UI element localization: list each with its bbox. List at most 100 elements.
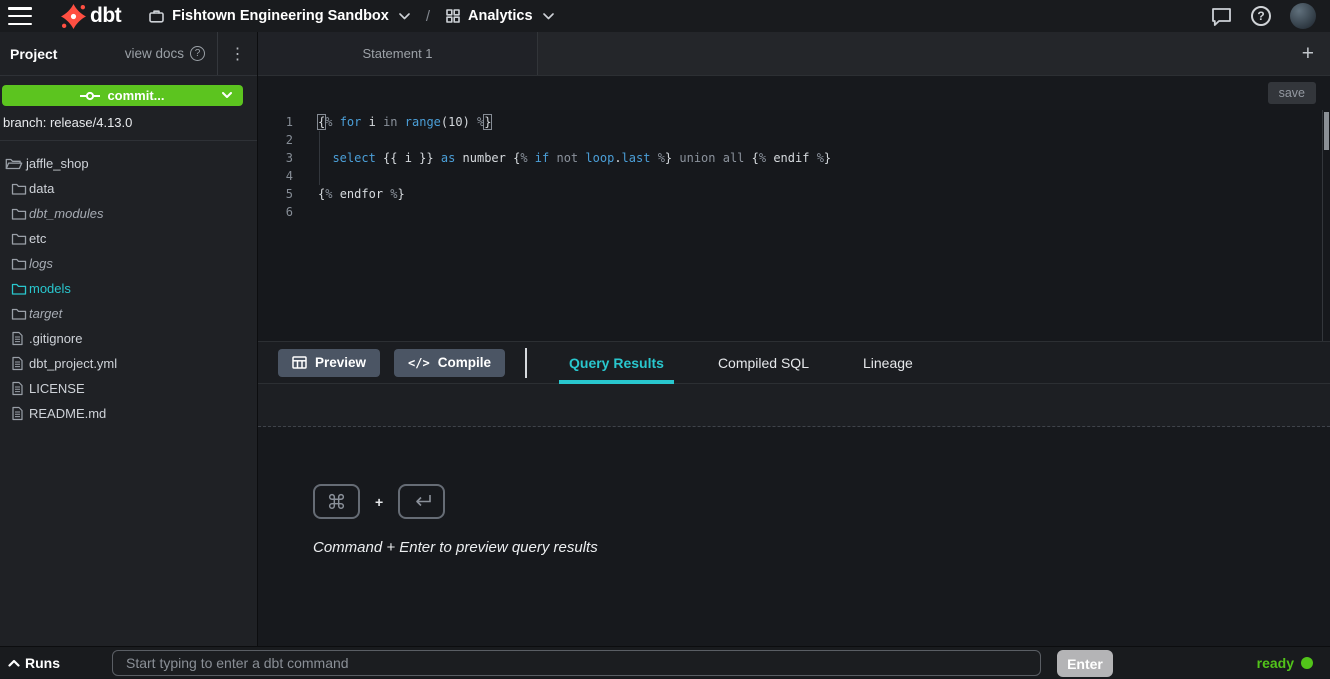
line-number: 6 bbox=[258, 203, 293, 221]
runs-toggle[interactable]: Runs bbox=[8, 647, 60, 679]
commit-button[interactable]: commit... bbox=[2, 85, 243, 106]
commit-button-label: commit... bbox=[107, 88, 164, 103]
compile-button-label: Compile bbox=[438, 355, 491, 370]
dbt-logo-icon bbox=[60, 3, 87, 30]
view-docs-link[interactable]: view docs ? bbox=[125, 46, 205, 61]
status-bar: Runs Enter ready bbox=[0, 646, 1330, 678]
chevron-down-icon bbox=[399, 13, 410, 20]
tree-item-icon bbox=[11, 406, 29, 421]
tree-item-icon bbox=[11, 282, 29, 296]
line-number: 4 bbox=[258, 167, 293, 185]
enter-key-icon bbox=[398, 484, 445, 519]
code-line: 3 select {{ i }} as number {% if not loo… bbox=[258, 149, 1330, 167]
results-tab[interactable]: Lineage bbox=[853, 342, 923, 383]
results-placeholder-band bbox=[258, 384, 1330, 427]
help-icon[interactable]: ? bbox=[1251, 6, 1271, 26]
chat-feedback-icon[interactable] bbox=[1211, 7, 1232, 26]
tree-item-label: dbt_project.yml bbox=[29, 356, 117, 371]
docs-help-icon: ? bbox=[190, 46, 205, 61]
enter-button[interactable]: Enter bbox=[1057, 650, 1113, 677]
preview-button-label: Preview bbox=[315, 355, 366, 370]
line-number: 2 bbox=[258, 131, 293, 149]
tree-item[interactable]: models bbox=[0, 276, 257, 301]
tree-item-label: jaffle_shop bbox=[26, 156, 89, 171]
code-line-text: select {{ i }} as number {% if not loop.… bbox=[318, 149, 831, 167]
results-tab-label: Lineage bbox=[863, 355, 913, 371]
tree-item-label: dbt_modules bbox=[29, 206, 103, 221]
results-empty-state: ⌘ + Command + Enter to preview query res… bbox=[258, 427, 1330, 556]
briefcase-icon bbox=[149, 9, 164, 23]
commit-icon bbox=[80, 90, 100, 102]
code-line: 1 {% for i in range(10) %} bbox=[258, 113, 1330, 131]
preview-button[interactable]: Preview bbox=[278, 349, 380, 377]
branch-label: branch: release/4.13.0 bbox=[3, 115, 257, 130]
tree-item-icon bbox=[11, 182, 29, 196]
dbt-logo[interactable]: dbt bbox=[60, 3, 121, 30]
main-panel: Statement 1 + save 1 {% for i in range(1… bbox=[258, 32, 1330, 646]
tree-item-icon bbox=[11, 381, 29, 396]
code-line: 5 {% endfor %} bbox=[258, 185, 1330, 203]
tree-item[interactable]: logs bbox=[0, 251, 257, 276]
tree-item[interactable]: .gitignore bbox=[0, 326, 257, 351]
results-tabs: Query Results Compiled SQL Lineage bbox=[559, 342, 957, 383]
tree-item[interactable]: jaffle_shop bbox=[0, 151, 257, 176]
results-panel-header: Preview </> Compile Query Results Compil… bbox=[258, 342, 1330, 384]
tree-item-label: .gitignore bbox=[29, 331, 82, 346]
status-indicator: ready bbox=[1257, 647, 1313, 679]
header-divider bbox=[525, 348, 527, 378]
sidebar-divider bbox=[0, 140, 257, 141]
results-tab[interactable]: Compiled SQL bbox=[708, 342, 819, 383]
tree-item[interactable]: LICENSE bbox=[0, 376, 257, 401]
dbt-command-input[interactable] bbox=[112, 650, 1041, 676]
tree-item[interactable]: target bbox=[0, 301, 257, 326]
tab-statement-1[interactable]: Statement 1 bbox=[258, 32, 538, 75]
tree-item-icon bbox=[11, 257, 29, 271]
project-selector[interactable]: Analytics bbox=[446, 8, 553, 24]
code-line-text: {% endfor %} bbox=[318, 185, 405, 203]
grid-icon bbox=[446, 9, 460, 23]
sidebar-title: Project bbox=[10, 46, 57, 62]
sidebar-header: Project view docs ? ⋮ bbox=[0, 32, 257, 76]
save-button[interactable]: save bbox=[1268, 82, 1316, 104]
line-number: 3 bbox=[258, 149, 293, 167]
tree-item[interactable]: etc bbox=[0, 226, 257, 251]
code-line: 4 bbox=[258, 167, 1330, 185]
editor-tab-bar: Statement 1 + bbox=[258, 32, 1330, 76]
line-number: 1 bbox=[258, 113, 293, 131]
project-name: Analytics bbox=[468, 8, 532, 24]
code-editor[interactable]: 1 {% for i in range(10) %} 2 3 select {{… bbox=[258, 110, 1330, 342]
kebab-menu-icon[interactable]: ⋮ bbox=[217, 32, 257, 75]
hamburger-menu-icon[interactable] bbox=[8, 7, 32, 25]
status-dot-icon bbox=[1301, 657, 1313, 669]
editor-scrollbar-thumb[interactable] bbox=[1324, 112, 1329, 150]
commit-chevron-down-icon[interactable] bbox=[222, 92, 232, 99]
file-tree: jaffle_shop data dbt_modules etc logs bbox=[0, 151, 257, 426]
results-tab[interactable]: Query Results bbox=[559, 342, 674, 383]
plus-separator: + bbox=[375, 494, 383, 510]
workspace-selector[interactable]: Fishtown Engineering Sandbox bbox=[149, 8, 410, 24]
code-lines: 1 {% for i in range(10) %} 2 3 select {{… bbox=[258, 113, 1330, 221]
tree-item[interactable]: dbt_modules bbox=[0, 201, 257, 226]
chevron-up-icon bbox=[8, 659, 20, 667]
editor-scrollbar-track bbox=[1322, 110, 1323, 341]
tree-item[interactable]: dbt_project.yml bbox=[0, 351, 257, 376]
tree-item[interactable]: data bbox=[0, 176, 257, 201]
user-avatar[interactable] bbox=[1290, 3, 1316, 29]
code-brackets-icon: </> bbox=[408, 356, 430, 370]
tree-item[interactable]: README.md bbox=[0, 401, 257, 426]
command-key-icon: ⌘ bbox=[313, 484, 360, 519]
status-text: ready bbox=[1257, 655, 1294, 671]
code-line: 2 bbox=[258, 131, 1330, 149]
code-line: 6 bbox=[258, 203, 1330, 221]
tree-item-icon bbox=[11, 232, 29, 246]
project-sidebar: Project view docs ? ⋮ commit... branch: … bbox=[0, 32, 258, 646]
view-docs-label: view docs bbox=[125, 46, 184, 61]
compile-button[interactable]: </> Compile bbox=[394, 349, 505, 377]
tree-item-label: data bbox=[29, 181, 54, 196]
tree-item-icon bbox=[11, 307, 29, 321]
tree-item-icon bbox=[11, 207, 29, 221]
tree-item-label: LICENSE bbox=[29, 381, 85, 396]
new-tab-button[interactable]: + bbox=[1294, 32, 1322, 75]
runs-label: Runs bbox=[25, 655, 60, 671]
tree-item-label: models bbox=[29, 281, 71, 296]
